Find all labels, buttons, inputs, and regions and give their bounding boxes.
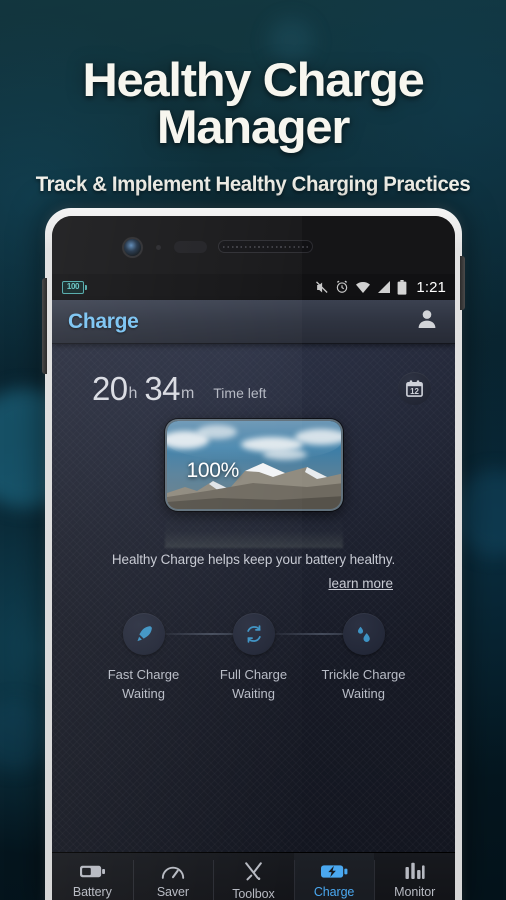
stage-trickle-charge[interactable]: Trickle Charge Waiting <box>309 613 419 704</box>
droplet-icon <box>357 626 370 642</box>
proximity-sensor-icon <box>156 245 161 250</box>
android-status-bar: 100 1:21 <box>52 274 455 300</box>
stage-name: Trickle Charge <box>321 667 406 682</box>
stage-icon-wrapper <box>232 613 275 655</box>
nav-item-monitor[interactable]: Monitor <box>374 853 455 900</box>
nav-label: Monitor <box>394 885 436 899</box>
stage-status: Waiting <box>232 685 275 701</box>
nav-item-saver[interactable]: Saver <box>132 853 214 900</box>
barchart-icon <box>405 862 425 879</box>
status-battery-level-icon: 100 <box>62 280 88 294</box>
description-text: Healthy Charge helps keep your battery h… <box>111 552 396 567</box>
nav-item-battery[interactable]: Battery <box>52 853 133 900</box>
charge-icon <box>320 864 347 878</box>
promo-title: Healthy Charge Manager <box>82 53 424 153</box>
nav-label: Saver <box>156 884 189 899</box>
time-left-hours: 20 <box>92 370 128 407</box>
page-title: Charge <box>68 309 139 333</box>
time-left-minutes-unit: m <box>180 384 195 402</box>
bottom-navigation: Battery Saver Toolbox Charge Monitor <box>52 852 455 900</box>
learn-more-link[interactable]: learn more <box>80 576 427 591</box>
nav-label: Charge <box>313 884 355 899</box>
stage-icon-wrapper <box>122 613 165 655</box>
stage-icon-wrapper <box>342 613 385 655</box>
stage-fast-charge[interactable]: Fast Charge Waiting <box>89 613 199 704</box>
earpiece-speaker-icon <box>218 240 313 253</box>
battery-graphic: 100% <box>52 419 455 548</box>
time-left-row: 20 h 34 m Time left 12 <box>52 344 455 405</box>
stage-name: Full Charge <box>219 667 288 682</box>
battery-glass-gloss <box>166 421 341 460</box>
status-icons-group: 1:21 <box>314 279 446 296</box>
wifi-icon <box>356 282 371 293</box>
nav-label: Toolbox <box>232 887 275 900</box>
stage-status: Waiting <box>122 685 165 701</box>
power-button[interactable] <box>460 256 465 310</box>
time-left-hours-unit: h <box>128 384 138 402</box>
nav-item-toolbox[interactable]: Toolbox <box>213 853 294 900</box>
alarm-icon <box>337 280 348 293</box>
nav-label: Battery <box>72 884 112 899</box>
battery-body: 100% <box>164 419 343 511</box>
battery-reflection <box>164 512 343 548</box>
battery-percent-label: 100% <box>186 459 240 482</box>
refresh-icon <box>246 625 261 643</box>
tools-icon <box>245 862 262 881</box>
charge-stages: Fast Charge Waiting Full Charge Waiting <box>52 613 455 704</box>
calendar-day-text: 12 <box>410 387 419 396</box>
front-camera-icon <box>124 239 141 256</box>
stage-name: Fast Charge <box>107 667 180 682</box>
signal-icon <box>378 281 391 293</box>
gauge-icon <box>161 866 185 879</box>
app-header: Charge <box>52 300 455 344</box>
nav-item-charge[interactable]: Charge <box>293 853 375 900</box>
charge-screen-content: 20 h 34 m Time left 12 100% Healthy Char… <box>52 344 455 852</box>
account-button[interactable] <box>415 307 439 336</box>
time-left-minutes: 34 <box>144 370 180 407</box>
account-icon <box>418 310 436 328</box>
calendar-icon: 12 <box>406 380 423 397</box>
battery-icon <box>397 279 407 295</box>
time-left-label: Time left <box>213 384 267 401</box>
mute-icon <box>316 280 328 293</box>
battery-icon <box>79 865 105 877</box>
stage-status: Waiting <box>342 685 385 701</box>
status-clock: 1:21 <box>416 278 446 296</box>
calendar-button[interactable]: 12 <box>398 372 431 405</box>
phone-mockup: 100 1:21 Charge 20 h 34 m Time left 12 1… <box>42 208 465 900</box>
stage-full-charge[interactable]: Full Charge Waiting <box>199 613 309 704</box>
light-sensor-icon <box>174 241 207 253</box>
phone-top-hardware <box>52 216 455 274</box>
description-block: Healthy Charge helps keep your battery h… <box>52 552 455 591</box>
phone-screen: 100 1:21 Charge 20 h 34 m Time left 12 1… <box>52 216 455 900</box>
rocket-icon <box>137 626 152 642</box>
status-battery-level-text: 100 <box>66 282 80 291</box>
promo-subtitle: Track & Implement Healthy Charging Pract… <box>35 173 471 196</box>
promo-header: Healthy Charge Manager Track & Implement… <box>0 56 506 197</box>
bokeh-glow <box>0 700 50 770</box>
volume-button[interactable] <box>42 278 47 374</box>
